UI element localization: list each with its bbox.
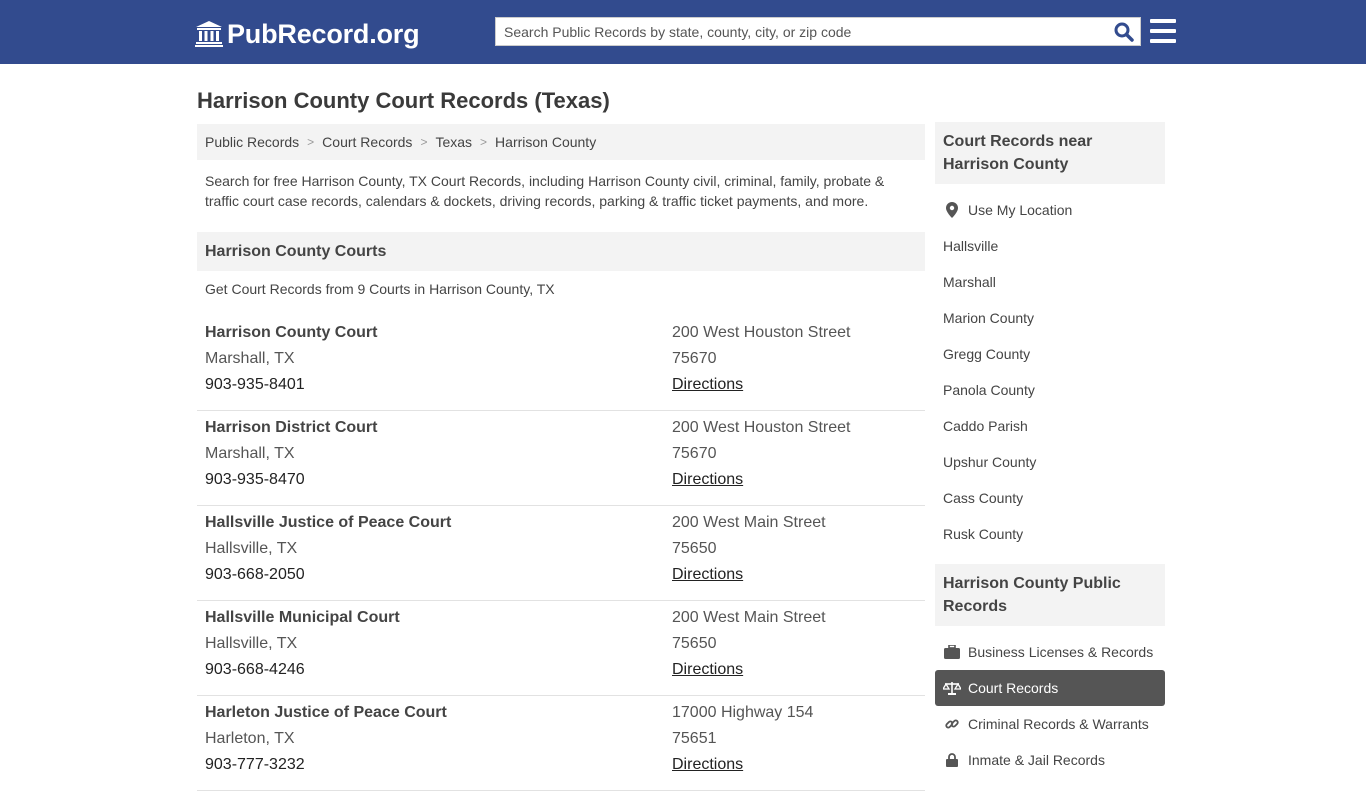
breadcrumb-harrison-county[interactable]: Harrison County [495, 134, 596, 150]
courts-count-text: Get Court Records from 9 Courts in Harri… [205, 281, 555, 297]
logo-text: PubRecord.org [227, 18, 420, 49]
court-phone[interactable]: 903-668-4246 [205, 657, 400, 683]
nearby-list: Use My Location Hallsville Marshall Mari… [935, 184, 1165, 552]
breadcrumb-separator: > [420, 135, 428, 149]
directions-link[interactable]: Directions [672, 566, 743, 583]
nearby-link[interactable]: Marion County [935, 300, 1165, 336]
use-my-location-link[interactable]: Use My Location [935, 192, 1165, 228]
search-box [495, 17, 1141, 46]
courts-list: Harrison County Court Marshall, TX 903-9… [197, 316, 925, 791]
court-city: Marshall, TX [205, 350, 295, 367]
business-licenses-link[interactable]: Business Licenses & Records [935, 634, 1165, 670]
directions-link[interactable]: Directions [672, 661, 743, 678]
link-icon [943, 717, 961, 731]
court-zip: 75670 [672, 350, 717, 367]
court-address: 200 West Houston Street [672, 419, 851, 436]
briefcase-icon [943, 645, 961, 659]
court-zip: 75670 [672, 445, 717, 462]
court-name[interactable]: Harrison District Court [205, 415, 377, 441]
court-name[interactable]: Harrison County Court [205, 320, 377, 346]
nearby-link[interactable]: Marshall [935, 264, 1165, 300]
inmate-records-link[interactable]: Inmate & Jail Records [935, 742, 1165, 778]
court-phone[interactable]: 903-777-3232 [205, 752, 447, 778]
public-records-section-title: Harrison County Public Records [935, 564, 1165, 626]
court-name[interactable]: Hallsville Justice of Peace Court [205, 510, 451, 536]
court-records-label: Court Records [968, 680, 1059, 696]
criminal-records-label: Criminal Records & Warrants [968, 716, 1149, 732]
business-licenses-label: Business Licenses & Records [968, 644, 1154, 660]
court-zip: 75650 [672, 540, 717, 557]
page-title: Harrison County Court Records (Texas) [197, 88, 610, 113]
breadcrumb-separator: > [307, 135, 315, 149]
court-address: 200 West Main Street [672, 609, 826, 626]
court-address: 200 West Main Street [672, 514, 826, 531]
court-phone[interactable]: 903-935-8401 [205, 372, 377, 398]
breadcrumb-court-records[interactable]: Court Records [322, 134, 412, 150]
sidebar: Court Records near Harrison County Use M… [935, 122, 1165, 778]
lock-icon [943, 753, 961, 767]
court-name[interactable]: Harleton Justice of Peace Court [205, 700, 447, 726]
breadcrumb-separator: > [480, 135, 488, 149]
court-name[interactable]: Hallsville Municipal Court [205, 605, 400, 631]
court-item: Hallsville Municipal Court Hallsville, T… [197, 601, 925, 696]
public-records-list: Business Licenses & Records Court Record… [935, 626, 1165, 778]
court-phone[interactable]: 903-668-2050 [205, 562, 451, 588]
inmate-records-label: Inmate & Jail Records [968, 752, 1105, 768]
nearby-section-title: Court Records near Harrison County [935, 122, 1165, 184]
hamburger-menu-icon[interactable] [1150, 19, 1176, 43]
court-records-link[interactable]: Court Records [935, 670, 1165, 706]
court-item: Harrison County Court Marshall, TX 903-9… [197, 316, 925, 411]
court-city: Hallsville, TX [205, 540, 298, 557]
search-input[interactable] [496, 18, 1108, 45]
court-address: 17000 Highway 154 [672, 704, 814, 721]
directions-link[interactable]: Directions [672, 471, 743, 488]
criminal-records-link[interactable]: Criminal Records & Warrants [935, 706, 1165, 742]
court-item: Hallsville Justice of Peace Court Hallsv… [197, 506, 925, 601]
directions-link[interactable]: Directions [672, 756, 743, 773]
nearby-link[interactable]: Rusk County [935, 516, 1165, 552]
court-address: 200 West Houston Street [672, 324, 851, 341]
nearby-link[interactable]: Cass County [935, 480, 1165, 516]
court-city: Harleton, TX [205, 730, 295, 747]
search-button[interactable] [1108, 18, 1140, 45]
scales-icon [943, 681, 961, 695]
intro-text: Search for free Harrison County, TX Cour… [205, 173, 885, 209]
court-city: Marshall, TX [205, 445, 295, 462]
breadcrumb: Public Records > Court Records > Texas >… [197, 124, 925, 160]
use-my-location-label: Use My Location [968, 202, 1073, 218]
court-phone[interactable]: 903-935-8470 [205, 467, 377, 493]
court-city: Hallsville, TX [205, 635, 298, 652]
nearby-link[interactable]: Upshur County [935, 444, 1165, 480]
breadcrumb-texas[interactable]: Texas [435, 134, 472, 150]
court-zip: 75650 [672, 635, 717, 652]
nearby-link[interactable]: Hallsville [935, 228, 1165, 264]
court-item: Harrison District Court Marshall, TX 903… [197, 411, 925, 506]
breadcrumb-public-records[interactable]: Public Records [205, 134, 299, 150]
courts-section-title: Harrison County Courts [197, 232, 925, 271]
court-item: Harleton Justice of Peace Court Harleton… [197, 696, 925, 791]
search-icon [1114, 22, 1134, 42]
top-navbar: PubRecord.org [0, 0, 1366, 64]
directions-link[interactable]: Directions [672, 376, 743, 393]
court-zip: 75651 [672, 730, 717, 747]
courthouse-icon [195, 21, 223, 47]
nearby-link[interactable]: Caddo Parish [935, 408, 1165, 444]
nearby-link[interactable]: Panola County [935, 372, 1165, 408]
nearby-link[interactable]: Gregg County [935, 336, 1165, 372]
site-logo[interactable]: PubRecord.org [195, 18, 420, 50]
map-marker-icon [943, 202, 961, 218]
